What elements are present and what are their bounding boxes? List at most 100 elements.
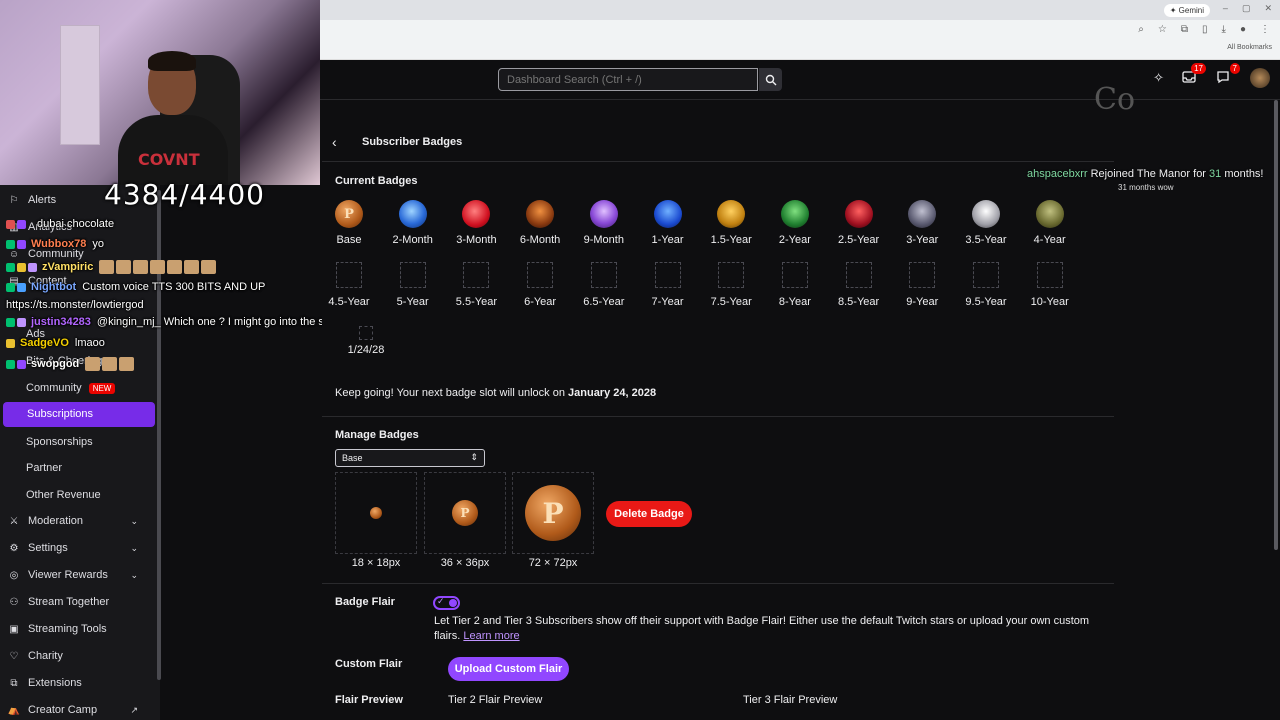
download-icon[interactable]: ⤓ bbox=[1222, 24, 1226, 35]
chat-text[interactable]: https://ts.monster/lowtiergod bbox=[6, 299, 144, 311]
badge-slot[interactable]: 10-Year bbox=[1018, 262, 1082, 308]
camera-icon: ▣ bbox=[9, 623, 19, 635]
badge-image-icon bbox=[398, 200, 427, 228]
badge-slot[interactable]: 3.5-Year bbox=[954, 200, 1018, 246]
sidebar-item-community-monetization[interactable]: Community NEW bbox=[26, 382, 116, 394]
badge-slot[interactable]: 5.5-Year bbox=[444, 262, 508, 308]
badge-preview-36[interactable]: P bbox=[424, 472, 506, 554]
page-scrollbar[interactable] bbox=[1274, 100, 1278, 550]
badge-slot[interactable]: 8-Year bbox=[763, 262, 827, 308]
sidebar-moderation-label: Moderation bbox=[28, 515, 84, 527]
badge-slot-label: 7.5-Year bbox=[710, 296, 752, 308]
chat-username[interactable]: SadgeVO bbox=[20, 337, 69, 349]
divider bbox=[322, 416, 1114, 417]
badge-slot[interactable]: 6-Month bbox=[508, 200, 572, 246]
divider bbox=[322, 583, 1114, 584]
all-bookmarks[interactable]: All Bookmarks bbox=[1227, 44, 1272, 51]
sidebar-item-extensions[interactable]: ⧉ Extensions bbox=[8, 672, 81, 694]
empty-slot-icon bbox=[1036, 262, 1063, 288]
learn-more-link[interactable]: Learn more bbox=[463, 630, 519, 642]
profile-icon[interactable]: ● bbox=[1240, 24, 1246, 35]
badge-tier-select[interactable]: Base ⇕ bbox=[335, 449, 485, 467]
extensions-icon[interactable]: ⧉ bbox=[1181, 24, 1188, 35]
sidebar-item-creator-camp[interactable]: ⛺ Creator Camp ↗ bbox=[8, 699, 152, 720]
chat-username[interactable]: justin34283 bbox=[31, 316, 91, 328]
empty-slot-icon bbox=[399, 262, 426, 288]
sidebar-item-alerts[interactable]: ⚐ Alerts bbox=[8, 189, 57, 211]
maximize-button[interactable]: ▢ bbox=[1242, 3, 1251, 14]
dashboard-topnav: ✧ 17 7 bbox=[320, 60, 1280, 100]
badge-slot[interactable]: 9-Year bbox=[890, 262, 954, 308]
badge-preview-18[interactable] bbox=[335, 472, 417, 554]
emote-icon bbox=[119, 357, 135, 371]
notifications-button[interactable]: 17 bbox=[1182, 63, 1206, 86]
badge-slot[interactable]: 9-Month bbox=[572, 200, 636, 246]
sidebar-creator-camp-label: Creator Camp bbox=[28, 704, 98, 716]
tab-strip bbox=[320, 0, 1280, 20]
badge-slot[interactable]: 6-Year bbox=[508, 262, 572, 308]
sidebar-item-sponsorships[interactable]: Sponsorships bbox=[26, 436, 93, 448]
badge-slot-label: 6-Month bbox=[519, 234, 561, 246]
badge-image-icon bbox=[653, 200, 682, 228]
sidebar-item-charity[interactable]: ♡ Charity bbox=[8, 645, 63, 667]
badge-slot[interactable]: 4-Year bbox=[1018, 200, 1082, 246]
back-arrow-icon[interactable]: ‹ bbox=[332, 134, 337, 150]
badge-flair-toggle[interactable]: ✓ bbox=[433, 596, 460, 610]
dashboard-search-input[interactable] bbox=[498, 68, 758, 91]
sidepanel-icon[interactable]: ▯ bbox=[1202, 24, 1208, 35]
badge-slot[interactable]: 1-Year bbox=[636, 200, 700, 246]
whispers-button[interactable]: 7 bbox=[1216, 63, 1240, 86]
badge-slot-label: 2.5-Year bbox=[838, 234, 880, 246]
chat-text: yo bbox=[92, 238, 105, 250]
gear-icon: ⚙ bbox=[9, 542, 19, 554]
sidebar-item-stream-together[interactable]: ⚇ Stream Together bbox=[8, 591, 110, 613]
gemini-button[interactable]: ✦ Gemini bbox=[1163, 4, 1210, 17]
zoom-icon[interactable]: ⌕ bbox=[1138, 24, 1144, 35]
star-icon[interactable]: ☆ bbox=[1158, 24, 1167, 35]
chat-username[interactable]: Nightbot bbox=[31, 281, 76, 293]
badge-slot[interactable]: 3-Month bbox=[444, 200, 508, 246]
menu-icon[interactable]: ⋮ bbox=[1260, 24, 1270, 35]
badge-slot[interactable]: 3-Year bbox=[890, 200, 954, 246]
chat-username[interactable]: zVampiric bbox=[42, 261, 93, 273]
badge-slot-label: 9.5-Year bbox=[965, 296, 1007, 308]
badge-slot[interactable]: 2.5-Year bbox=[827, 200, 891, 246]
chat-username[interactable]: swopgod bbox=[31, 358, 79, 370]
badge-slot[interactable]: 2-Month bbox=[381, 200, 445, 246]
badge-slot[interactable]: 5-Year bbox=[381, 262, 445, 308]
sidebar-item-partner[interactable]: Partner bbox=[26, 462, 62, 474]
sidebar-item-other-revenue[interactable]: Other Revenue bbox=[26, 489, 101, 501]
close-window-button[interactable]: ✕ bbox=[1264, 3, 1272, 14]
delete-badge-button[interactable]: Delete Badge bbox=[606, 501, 692, 527]
address-bar[interactable] bbox=[320, 24, 1280, 48]
badge-preview-72[interactable]: P bbox=[512, 472, 594, 554]
empty-slot-icon bbox=[781, 262, 808, 288]
badge-slot[interactable]: P Base bbox=[317, 200, 381, 246]
magic-icon[interactable]: ✧ bbox=[1153, 70, 1164, 86]
badge-slot-locked-next[interactable]: 1/24/28 bbox=[334, 326, 398, 356]
badge-slot-label: 3-Year bbox=[906, 234, 939, 246]
new-badge: NEW bbox=[88, 383, 116, 394]
badge-slot[interactable]: 4.5-Year bbox=[317, 262, 381, 308]
chat-username[interactable]: Wubbox78 bbox=[31, 238, 86, 250]
sidebar-item-viewer-rewards[interactable]: ◎ Viewer Rewards ⌄ bbox=[8, 564, 152, 586]
sidebar-item-subscriptions[interactable]: Subscriptions bbox=[3, 402, 155, 427]
minimize-button[interactable]: – bbox=[1223, 3, 1228, 14]
tier3-preview-label: Tier 3 Flair Preview bbox=[743, 694, 838, 706]
user-avatar[interactable] bbox=[1250, 68, 1270, 88]
badge-slot[interactable]: 7-Year bbox=[636, 262, 700, 308]
search-button[interactable] bbox=[759, 68, 782, 91]
badge-slot[interactable]: 2-Year bbox=[763, 200, 827, 246]
sidebar-item-streaming-tools[interactable]: ▣ Streaming Tools bbox=[8, 618, 106, 640]
cam-background-door bbox=[60, 25, 100, 145]
external-link-icon: ↗ bbox=[130, 704, 138, 715]
badge-slot[interactable]: 6.5-Year bbox=[572, 262, 636, 308]
upload-custom-flair-button[interactable]: Upload Custom Flair bbox=[448, 657, 569, 681]
sidebar-item-settings[interactable]: ⚙ Settings ⌄ bbox=[8, 537, 152, 559]
badge-slot[interactable]: 7.5-Year bbox=[699, 262, 763, 308]
sidebar-item-moderation[interactable]: ⚔ Moderation ⌄ bbox=[8, 510, 152, 532]
chat-message: https://ts.monster/lowtiergod bbox=[6, 299, 144, 311]
badge-slot[interactable]: 8.5-Year bbox=[827, 262, 891, 308]
badge-slot[interactable]: 9.5-Year bbox=[954, 262, 1018, 308]
badge-slot[interactable]: 1.5-Year bbox=[699, 200, 763, 246]
